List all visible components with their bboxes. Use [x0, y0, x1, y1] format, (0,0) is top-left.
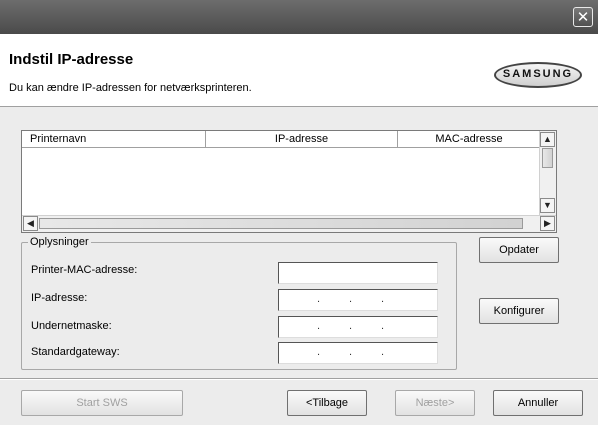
scroll-left-icon[interactable]: ◀: [23, 216, 38, 231]
subnet-mask-label: Undernetmaske:: [31, 320, 112, 332]
mac-address-field[interactable]: [278, 262, 438, 284]
default-gateway-label: Standardgateway:: [31, 346, 120, 358]
update-button[interactable]: Opdater: [479, 237, 559, 263]
horizontal-scrollbar[interactable]: ◀ ▶: [22, 215, 556, 232]
column-ip-address[interactable]: IP-adresse: [206, 131, 398, 148]
vertical-scrollbar[interactable]: ▲ ▼: [539, 131, 556, 216]
column-printer-name[interactable]: Printernavn: [22, 131, 206, 148]
subnet-mask-field[interactable]: ...: [278, 316, 438, 338]
printer-list[interactable]: Printernavn IP-adresse MAC-adresse ▲ ▼ ◀…: [21, 130, 557, 233]
scroll-right-icon[interactable]: ▶: [540, 216, 555, 231]
close-icon[interactable]: ✕: [573, 7, 593, 27]
back-button[interactable]: <Tilbage: [287, 390, 367, 416]
vertical-scroll-thumb[interactable]: [542, 148, 553, 168]
ip-address-field[interactable]: ...: [278, 289, 438, 311]
next-button[interactable]: Næste>: [395, 390, 475, 416]
mac-address-label: Printer-MAC-adresse:: [31, 264, 138, 276]
scroll-up-icon[interactable]: ▲: [540, 132, 555, 147]
info-group-legend: Oplysninger: [28, 236, 91, 248]
footer-separator: [0, 378, 598, 380]
scroll-down-icon[interactable]: ▼: [540, 198, 555, 213]
title-bar: ✕: [0, 0, 598, 34]
cancel-button[interactable]: Annuller: [493, 390, 583, 416]
column-mac-address[interactable]: MAC-adresse: [398, 131, 540, 148]
default-gateway-field[interactable]: ...: [278, 342, 438, 364]
header-panel: Indstil IP-adresse Du kan ændre IP-adres…: [0, 34, 598, 107]
installer-window: ✕ Indstil IP-adresse Du kan ændre IP-adr…: [0, 0, 598, 425]
samsung-logo: SAMSUNG: [494, 62, 582, 88]
horizontal-scroll-thumb[interactable]: [39, 218, 523, 229]
configure-button[interactable]: Konfigurer: [479, 298, 559, 324]
start-sws-button[interactable]: Start SWS: [21, 390, 183, 416]
page-subtitle: Du kan ændre IP-adressen for netværkspri…: [9, 82, 252, 94]
page-title: Indstil IP-adresse: [9, 51, 134, 68]
ip-address-label: IP-adresse:: [31, 292, 88, 304]
